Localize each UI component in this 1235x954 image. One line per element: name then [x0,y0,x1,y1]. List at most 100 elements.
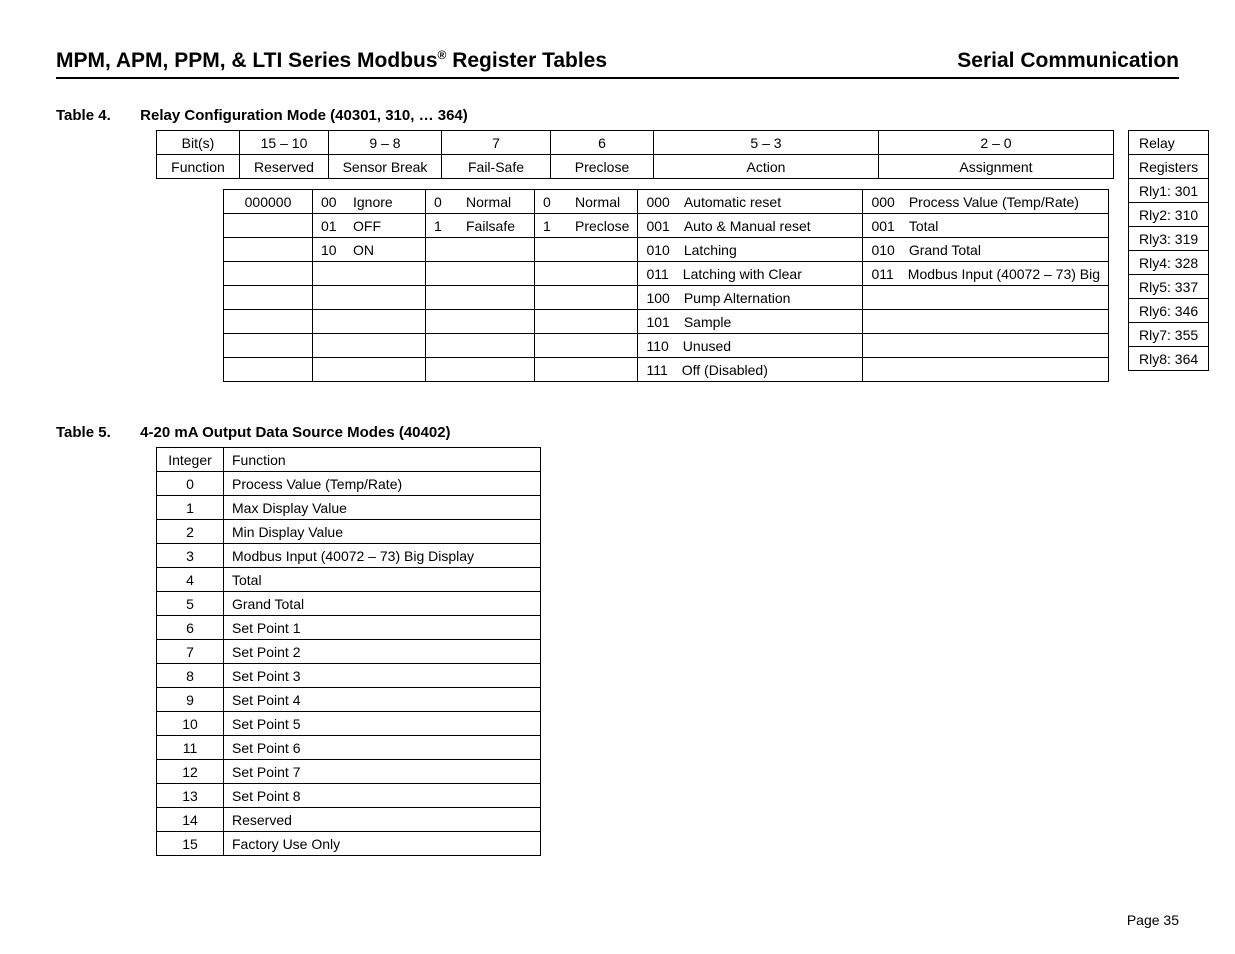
table-cell [224,238,313,262]
table-row: Rly6: 346 [1129,299,1209,323]
table-cell [426,262,535,286]
table-cell: 101Sample [638,310,863,334]
table-row: 6Set Point 1 [157,616,541,640]
table-row: Registers [1129,155,1209,179]
table-row: 7Set Point 2 [157,640,541,664]
page-header: MPM, APM, PPM, & LTI Series Modbus® Regi… [56,48,1179,79]
table-cell: 001Auto & Manual reset [638,214,863,238]
table-cell [313,334,426,358]
table-cell: 010Latching [638,238,863,262]
table-cell [313,310,426,334]
table4-body: 00000000Ignore0Normal0Normal000Automatic… [223,189,1109,382]
t5-fn: Set Point 1 [224,616,541,640]
relay-entry: Rly2: 310 [1129,203,1209,227]
table5: Integer Function 0Process Value (Temp/Ra… [156,447,541,856]
table-cell [224,214,313,238]
t5-head-int: Integer [157,448,224,472]
t5-head-fn: Function [224,448,541,472]
t5-fn: Modbus Input (40072 – 73) Big Display [224,544,541,568]
table-cell: 011Latching with Clear [638,262,863,286]
table-cell: 000000 [224,190,313,214]
t5-fn: Set Point 5 [224,712,541,736]
table-cell [224,262,313,286]
table-row: 9Set Point 4 [157,688,541,712]
t5-int: 0 [157,472,224,496]
table5-caption: Table 5. 4-20 mA Output Data Source Mode… [56,424,1179,441]
table-cell [863,358,1109,382]
relay-table: Relay Registers Rly1: 301Rly2: 310Rly3: … [1128,130,1209,371]
table-cell [863,334,1109,358]
t5-int: 2 [157,520,224,544]
table-cell [426,286,535,310]
relay-entry: Rly6: 346 [1129,299,1209,323]
header-title: MPM, APM, PPM, & LTI Series Modbus® Regi… [56,48,607,73]
t5-fn: Factory Use Only [224,832,541,856]
t4-f-preclose: Preclose [551,155,654,179]
relay-entry: Rly7: 355 [1129,323,1209,347]
table-cell [535,286,638,310]
t5-fn: Reserved [224,808,541,832]
t4-h-15-10: 15 – 10 [240,131,329,155]
table-cell [863,286,1109,310]
table-row: 10Set Point 5 [157,712,541,736]
t4-f-failsafe: Fail-Safe [442,155,551,179]
t5-int: 15 [157,832,224,856]
table-row: Function Reserved Sensor Break Fail-Safe… [157,155,1114,179]
relay-header: Relay [1129,131,1209,155]
t4-f-label: Function [157,155,240,179]
t4-f-sensor: Sensor Break [329,155,442,179]
t4-f-action: Action [654,155,879,179]
table-cell: 1Preclose [535,214,638,238]
t4-h-9-8: 9 – 8 [329,131,442,155]
table5-title: 4-20 mA Output Data Source Modes (40402) [140,424,450,441]
table-cell [224,310,313,334]
table-cell [426,358,535,382]
table-row: Rly3: 319 [1129,227,1209,251]
table-cell: 010Grand Total [863,238,1109,262]
table-row: 13Set Point 8 [157,784,541,808]
header-title-prefix: MPM, APM, PPM, & LTI Series Modbus [56,49,438,72]
table-cell [313,286,426,310]
table-cell: 000Automatic reset [638,190,863,214]
table-cell [224,334,313,358]
table4-caption: Table 4. Relay Configuration Mode (40301… [56,107,1179,124]
table-cell: 0Normal [535,190,638,214]
table4-title: Relay Configuration Mode (40301, 310, … … [140,107,468,124]
t4-h-6: 6 [551,131,654,155]
table-cell: 100Pump Alternation [638,286,863,310]
t5-fn: Set Point 4 [224,688,541,712]
table-row: 101Sample [224,310,1109,334]
table-cell [313,262,426,286]
table-row: Relay [1129,131,1209,155]
table4-header: Bit(s) 15 – 10 9 – 8 7 6 5 – 3 2 – 0 Fun… [156,130,1114,179]
t5-fn: Set Point 6 [224,736,541,760]
relay-entry: Rly3: 319 [1129,227,1209,251]
table-row: 15Factory Use Only [157,832,541,856]
t5-fn: Grand Total [224,592,541,616]
table-cell: 111Off (Disabled) [638,358,863,382]
table-row: Rly5: 337 [1129,275,1209,299]
table-cell: 10ON [313,238,426,262]
table-row: 11Set Point 6 [157,736,541,760]
table-row: 12Set Point 7 [157,760,541,784]
t5-int: 8 [157,664,224,688]
t4-h-bits: Bit(s) [157,131,240,155]
table-cell [313,358,426,382]
table-row: 14Reserved [157,808,541,832]
t5-int: 7 [157,640,224,664]
table-row: 011Latching with Clear011Modbus Input (4… [224,262,1109,286]
table-cell [426,334,535,358]
table-cell [863,310,1109,334]
table-cell: 00Ignore [313,190,426,214]
relay-entry: Rly5: 337 [1129,275,1209,299]
t5-int: 13 [157,784,224,808]
table-cell [535,334,638,358]
table-row: 00000000Ignore0Normal0Normal000Automatic… [224,190,1109,214]
table-row: 4Total [157,568,541,592]
relay-entry: Rly1: 301 [1129,179,1209,203]
table-cell: 0Normal [426,190,535,214]
table-cell: 000Process Value (Temp/Rate) [863,190,1109,214]
table-row: 10ON 010Latching010Grand Total [224,238,1109,262]
table-row: Rly1: 301 [1129,179,1209,203]
table-row: 110Unused [224,334,1109,358]
